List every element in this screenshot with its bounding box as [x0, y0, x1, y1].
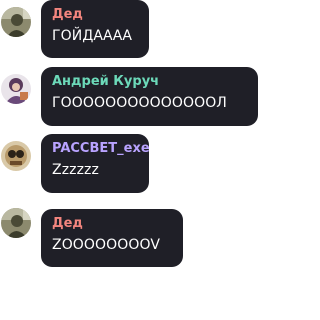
sender-name[interactable]: Андрей Куруч [52, 74, 248, 90]
avatar-photo-icon [1, 74, 31, 104]
avatar-photo-icon [1, 7, 31, 37]
message-bubble: Андрей Куруч ГООООООООООООООЛ [41, 67, 258, 126]
user-avatar[interactable] [1, 208, 31, 238]
sender-name[interactable]: Дед [52, 216, 173, 232]
user-avatar[interactable] [1, 74, 31, 104]
message-text: ГООООООООООООООЛ [52, 95, 227, 111]
avatar-photo-icon [1, 141, 31, 171]
sender-name[interactable]: PACCBET_exe [52, 141, 150, 157]
sender-name[interactable]: Дед [52, 7, 139, 23]
message-bubble: PACCBET_exe Zzzzzz [41, 134, 150, 193]
message-bubble: Дед ГОЙДАААА [41, 0, 149, 58]
message-bubble: Дед ZOOOOOOOOV [41, 209, 183, 267]
user-avatar[interactable] [1, 7, 31, 37]
avatar-photo-icon [1, 208, 31, 238]
message-text: ГОЙДАААА [52, 28, 133, 44]
message-text: Zzzzzz [52, 162, 99, 178]
user-avatar[interactable] [1, 141, 31, 171]
message-text: ZOOOOOOOOV [52, 237, 161, 253]
